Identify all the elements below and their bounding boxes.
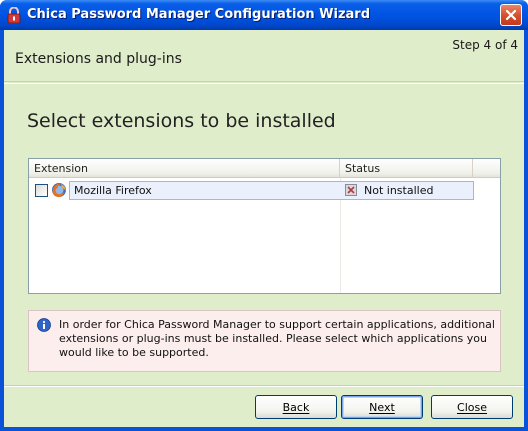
header-divider [4,83,524,84]
step-indicator: Step 4 of 4 [452,38,518,52]
lock-icon [7,7,21,23]
footer-divider-highlight [4,386,524,387]
firefox-icon [52,183,66,197]
page-title: Extensions and plug-ins [15,51,182,67]
column-header-filler [473,159,500,178]
column-header-status[interactable]: Status [340,159,473,178]
info-message-box: In order for Chica Password Manager to s… [28,310,501,372]
table-row[interactable]: Mozilla Firefox Not installed [29,180,500,200]
info-icon [37,318,51,332]
extension-status: Not installed [364,184,434,197]
list-header: Extension Status [29,159,500,178]
extension-checkbox[interactable] [35,184,48,197]
close-button[interactable]: Close [431,395,513,419]
extension-name: Mozilla Firefox [74,184,152,197]
title-bar[interactable]: Chica Password Manager Configuration Wiz… [0,0,528,30]
extensions-list[interactable]: Extension Status Mozilla Firefox Not ins… [28,158,501,294]
wizard-header: Step 4 of 4 Extensions and plug-ins [4,30,524,82]
close-icon [505,9,517,21]
window-close-button[interactable] [500,4,522,26]
not-installed-icon [345,184,357,196]
back-button[interactable]: Back [255,395,337,419]
wizard-client-area: Step 4 of 4 Extensions and plug-ins Sele… [4,30,524,427]
column-header-extension[interactable]: Extension [29,159,340,178]
wizard-window: Chica Password Manager Configuration Wiz… [0,0,528,431]
info-message: In order for Chica Password Manager to s… [59,318,495,359]
section-heading: Select extensions to be installed [27,110,336,132]
next-button[interactable]: Next [341,395,423,419]
window-title: Chica Password Manager Configuration Wiz… [27,7,371,22]
